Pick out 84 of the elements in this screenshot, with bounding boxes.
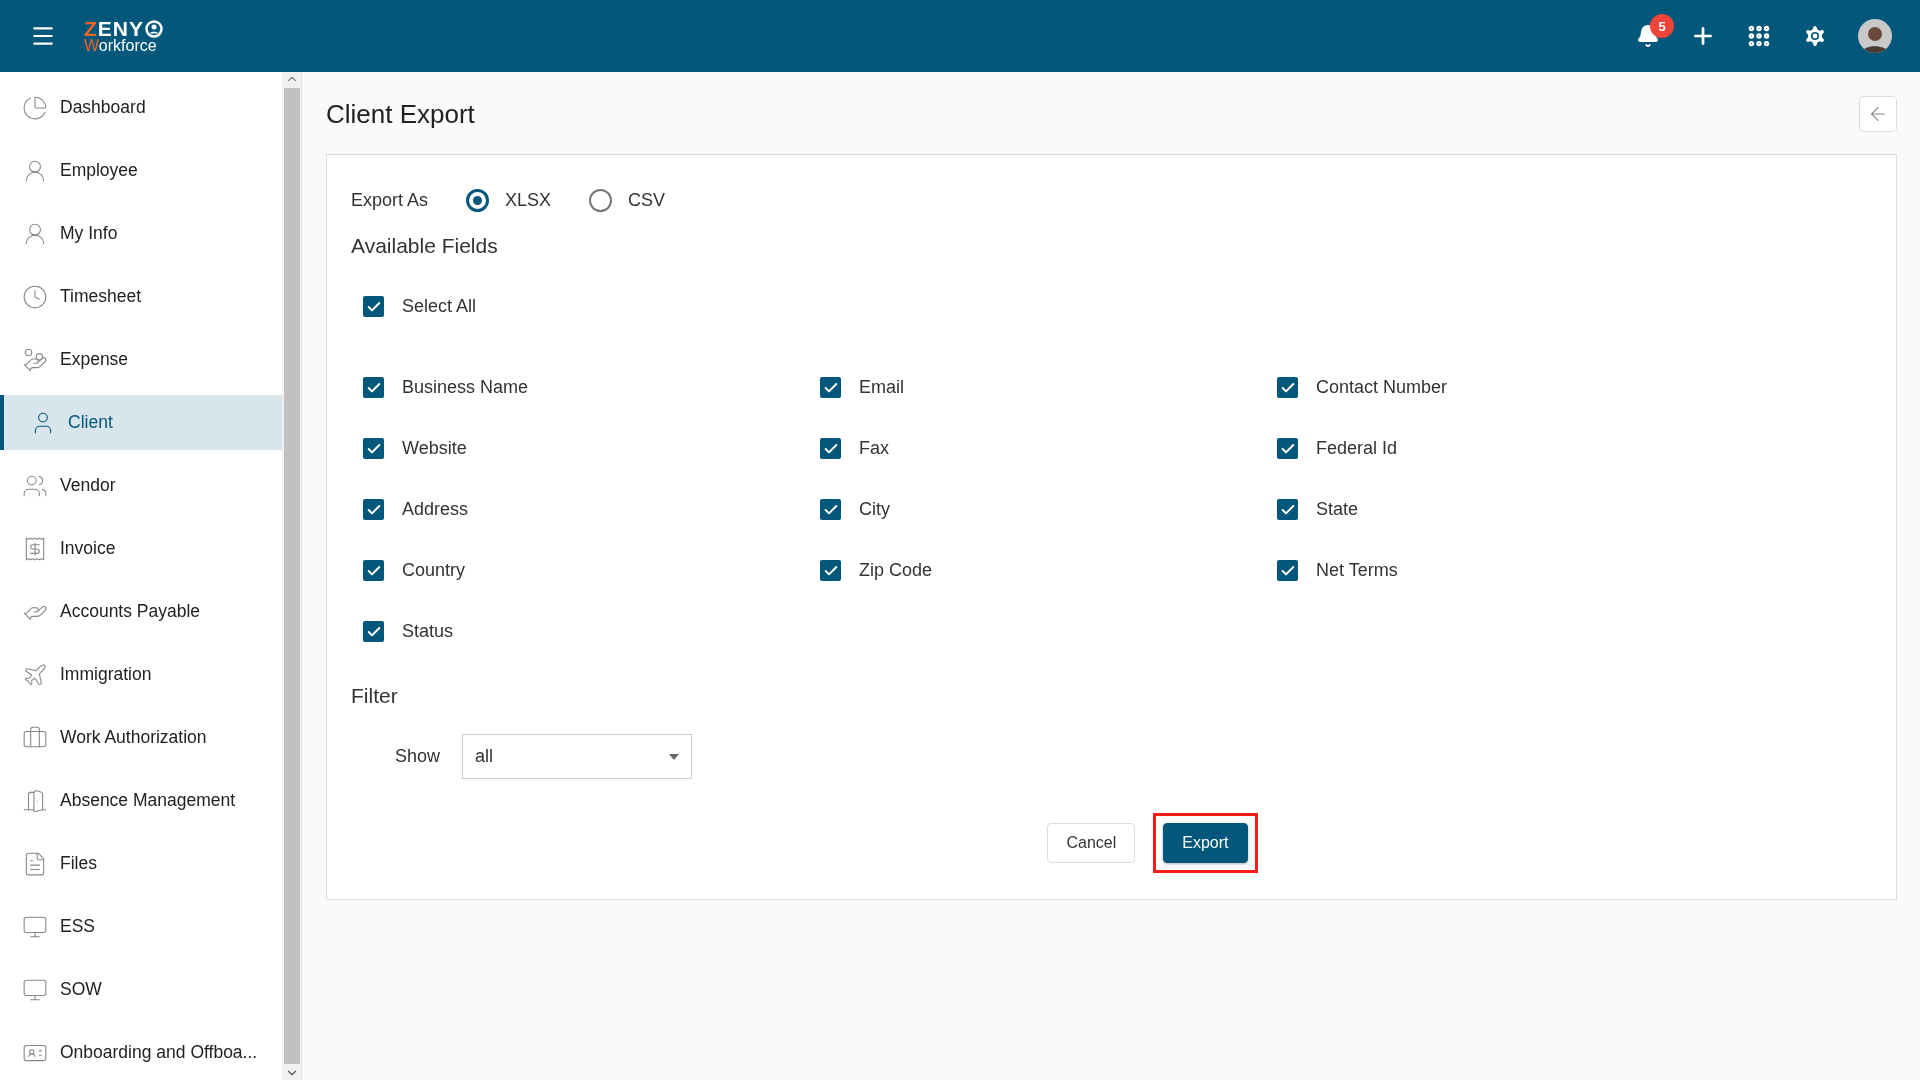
sidebar-item[interactable]: Immigration [0, 647, 282, 702]
format-radio[interactable]: XLSX [466, 189, 552, 212]
checkbox-label: Zip Code [859, 560, 933, 581]
checkbox-label: Federal Id [1316, 438, 1398, 459]
radio-label: XLSX [505, 190, 552, 211]
checkbox-label: Website [402, 438, 467, 459]
pie-chart-icon [22, 94, 48, 121]
export-as-label: Export As [351, 190, 429, 211]
checkbox-label: Status [402, 621, 454, 642]
checkbox-label: Email [859, 377, 904, 398]
field-checkbox[interactable]: Email [820, 377, 1277, 398]
checkbox[interactable] [363, 296, 384, 317]
notifications-button[interactable] [1636, 24, 1660, 48]
sidebar-item[interactable]: Accounts Payable [0, 584, 282, 639]
field-checkbox[interactable]: Business Name [363, 377, 820, 398]
radio-button[interactable] [466, 189, 490, 212]
sidebar-item[interactable]: Employee [0, 143, 282, 198]
export-button[interactable]: Export [1163, 823, 1248, 863]
sidebar-item[interactable]: Invoice [0, 521, 282, 576]
checkbox-label: Select All [402, 296, 477, 317]
section-heading: Available Fields [351, 234, 499, 258]
checkbox[interactable] [363, 621, 384, 642]
field-checkbox[interactable]: Net Terms [1277, 560, 1734, 581]
sidebar-item[interactable]: My Info [0, 206, 282, 261]
field-checkbox[interactable]: Contact Number [1277, 377, 1734, 398]
checkbox[interactable] [1277, 438, 1298, 459]
sidebar-item[interactable]: Onboarding and Offboa... [0, 1025, 282, 1080]
field-checkbox[interactable]: Select All [363, 296, 1872, 317]
field-checkbox[interactable]: State [1277, 499, 1734, 520]
checkbox[interactable] [820, 499, 841, 520]
checkbox[interactable] [1277, 560, 1298, 581]
cancel-button[interactable]: Cancel [1047, 823, 1136, 863]
sidebar-item[interactable]: Work Authorization [0, 710, 282, 765]
door-icon [22, 787, 48, 814]
field-checkbox[interactable]: Federal Id [1277, 438, 1734, 459]
format-radio[interactable]: CSV [589, 189, 666, 212]
checkbox[interactable] [820, 377, 841, 398]
checkbox[interactable] [820, 560, 841, 581]
checkbox[interactable] [363, 560, 384, 581]
checkbox-label: Fax [859, 438, 889, 459]
checkbox-label: Business Name [402, 377, 529, 398]
checkbox[interactable] [1277, 377, 1298, 398]
avatar[interactable] [1858, 19, 1892, 53]
sidebar-item[interactable]: Vendor [0, 458, 282, 513]
logo: ZENY Workforce [84, 18, 163, 54]
field-checkbox[interactable]: Zip Code [820, 560, 1277, 581]
field-checkbox[interactable]: Fax [820, 438, 1277, 459]
checkbox[interactable] [363, 377, 384, 398]
radio-button[interactable] [589, 189, 613, 212]
checkbox-label: Address [402, 499, 469, 520]
checkbox[interactable] [363, 499, 384, 520]
show-select[interactable]: all [462, 734, 693, 779]
checkbox[interactable] [363, 438, 384, 459]
sidebar-item[interactable]: ESS [0, 899, 282, 954]
checkbox[interactable] [1277, 499, 1298, 520]
scrollbar[interactable] [282, 72, 302, 1080]
checkbox[interactable] [820, 438, 841, 459]
checkbox-label: City [859, 499, 890, 520]
checkbox-label: Net Terms [1316, 560, 1398, 581]
sidebar-item[interactable]: Client [0, 395, 282, 450]
field-checkbox[interactable]: Website [363, 438, 820, 459]
sidebar-item[interactable]: SOW [0, 962, 282, 1017]
sidebar-item[interactable]: Files [0, 836, 282, 891]
field-checkbox[interactable]: City [820, 499, 1277, 520]
field-checkbox[interactable]: Status [363, 621, 820, 642]
sidebar-item[interactable]: Expense [0, 332, 282, 387]
checkbox-label: Country [402, 560, 466, 581]
clock-icon [22, 283, 48, 310]
apps-grid-icon[interactable] [1746, 23, 1772, 49]
sidebar-item[interactable]: Timesheet [0, 269, 282, 324]
caret-icon [669, 753, 680, 760]
hand-coin-icon [22, 346, 48, 373]
sidebar-item[interactable]: Absence Management [0, 773, 282, 828]
radio-label: CSV [628, 190, 666, 211]
page-title: Client Export [326, 98, 475, 130]
plane-icon [22, 661, 48, 688]
show-label: Show [395, 746, 441, 767]
field-checkbox[interactable]: Address [363, 499, 820, 520]
sidebar-item[interactable]: Dashboard [0, 80, 282, 135]
notification-badge: 5 [1650, 14, 1674, 38]
section-heading: Filter [351, 684, 399, 708]
field-checkbox[interactable]: Country [363, 560, 820, 581]
checkbox-label: Contact Number [1316, 377, 1448, 398]
checkbox-label: State [1316, 499, 1359, 520]
